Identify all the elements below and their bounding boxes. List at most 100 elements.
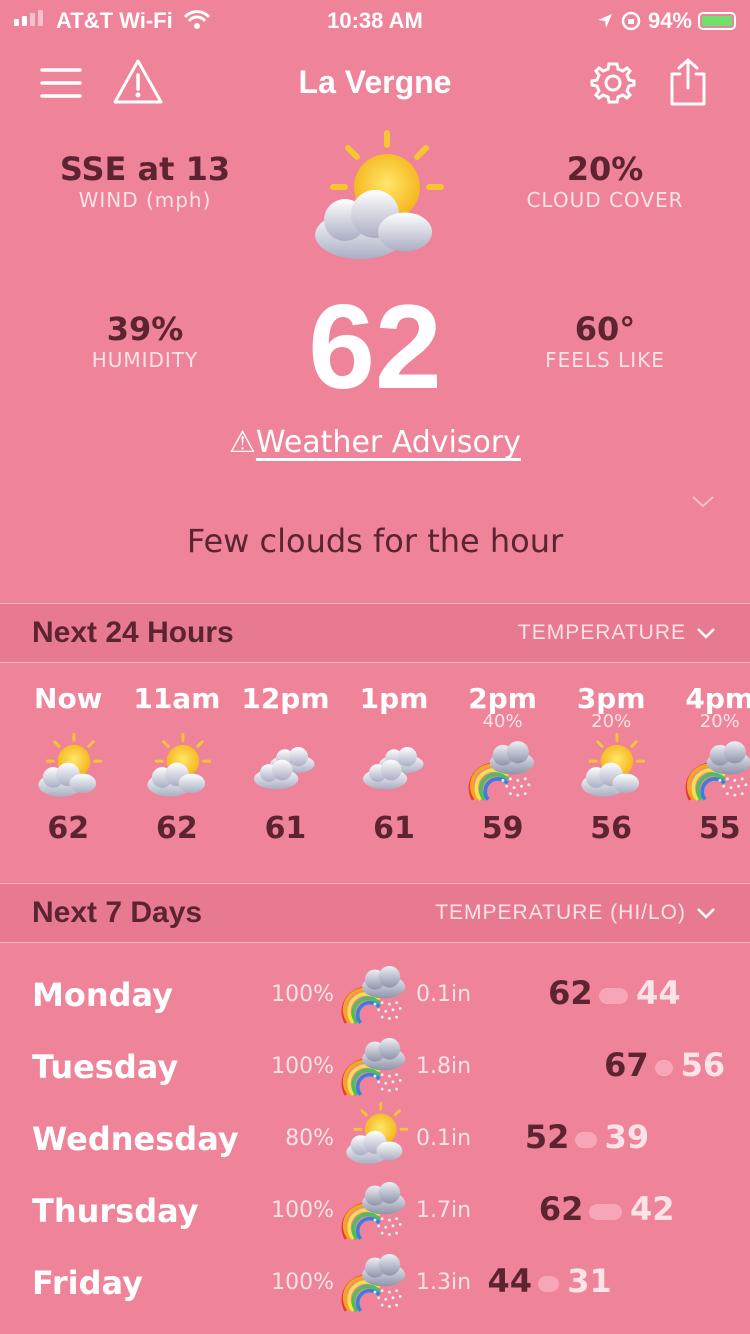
hour-precip-chance: [123, 715, 232, 735]
chevron-down-icon: [697, 908, 715, 919]
cloud-cover-stat: 20% CLOUD COVER: [500, 150, 710, 212]
day-low-temp: 56: [680, 1046, 726, 1084]
day-precip-chance: 100%: [271, 1054, 334, 1079]
day-low-temp: 44: [636, 974, 681, 1012]
hour-precip-chance: [14, 715, 123, 735]
daily-metric-selector[interactable]: TEMPERATURE (HI/LO): [435, 901, 716, 925]
day-low-temp: 39: [604, 1118, 650, 1156]
day-precip-amount: 1.7in: [416, 1198, 472, 1223]
day-precip-chance: 100%: [271, 1198, 334, 1223]
sun-cloud-icon: [31, 733, 105, 807]
humidity-label: HUMIDITY: [91, 348, 199, 372]
chevron-down-icon[interactable]: [690, 494, 716, 510]
gear-icon[interactable]: [588, 58, 638, 108]
rain-rainbow-icon: [466, 733, 540, 807]
status-bar: AT&T Wi-Fi 10:38 AM 94%: [0, 0, 750, 40]
hourly-section-header: Next 24 Hours TEMPERATURE: [0, 603, 750, 663]
day-name: Wednesday: [32, 1120, 239, 1158]
hour-temperature: 59: [481, 811, 524, 846]
daily-forecast-list: Monday 100% 0.1in 62 44 Tuesday 100% 1.8in 67 56 W…: [0, 958, 750, 1334]
day-name: Tuesday: [32, 1048, 179, 1086]
day-precip-amount: 0.1in: [416, 1126, 472, 1151]
hour-label: 1pm: [359, 682, 429, 715]
hourly-forecast-strip[interactable]: Now 62 11am 62 12pm 61 1pm 61 2pm 40% 59 3pm 20% 56 4p…: [14, 682, 750, 862]
hour-item[interactable]: Now 62: [14, 682, 123, 862]
wind-label: WIND (mph): [78, 188, 212, 212]
rain-rainbow-icon: [338, 1174, 412, 1246]
sun-cloud-icon: [574, 733, 648, 807]
hour-precip-chance: 40%: [482, 711, 523, 732]
hour-label: 11am: [133, 682, 221, 715]
hour-temperature: 61: [264, 811, 307, 846]
hour-label: 12pm: [241, 682, 330, 715]
battery-percent: 94%: [647, 8, 692, 33]
hour-precip-chance: [231, 715, 340, 735]
humidity-value: 39%: [106, 310, 184, 348]
advisory-text: Weather Advisory: [255, 425, 521, 460]
day-low-temp: 31: [567, 1262, 612, 1300]
hour-summary: Few clouds for the hour: [186, 522, 564, 560]
share-icon[interactable]: [664, 56, 714, 106]
partly-cloudy-icon: [300, 130, 450, 280]
daily-section-header: Next 7 Days TEMPERATURE (HI/LO): [0, 883, 750, 943]
day-precip-amount: 1.3in: [416, 1270, 472, 1295]
day-high-temp: 52: [524, 1118, 570, 1156]
humidity-stat: 39% HUMIDITY: [40, 310, 250, 372]
day-high-temp: 62: [548, 974, 593, 1012]
day-precip-chance: 80%: [285, 1126, 334, 1151]
wind-value: SSE at 13: [59, 150, 231, 188]
wind-stat: SSE at 13 WIND (mph): [40, 150, 250, 212]
hour-item[interactable]: 4pm 20% 55: [665, 682, 750, 862]
daily-metric-label: TEMPERATURE (HI/LO): [435, 901, 686, 924]
hour-item[interactable]: 12pm 61: [231, 682, 340, 862]
day-precip-chance: 100%: [271, 982, 334, 1007]
day-high-temp: 44: [487, 1262, 532, 1300]
day-precip-amount: 1.8in: [416, 1054, 472, 1079]
chevron-down-icon: [697, 628, 715, 639]
sun-cloud-icon: [140, 733, 214, 807]
hour-item[interactable]: 2pm 40% 59: [448, 682, 557, 862]
sun-cloud-icon: [338, 1102, 412, 1174]
day-precip-amount: 0.1in: [416, 982, 472, 1007]
rain-rainbow-icon: [338, 1030, 412, 1102]
hour-item[interactable]: 3pm 20% 56: [557, 682, 666, 862]
feels-like-value: 60°: [574, 310, 636, 348]
hour-temperature: 55: [698, 811, 741, 846]
cloud-cover-value: 20%: [566, 150, 644, 188]
hour-temperature: 61: [373, 811, 415, 846]
hour-item[interactable]: 11am 62: [123, 682, 232, 862]
hour-precip-chance: 20%: [591, 711, 632, 732]
hourly-title: Next 24 Hours: [32, 616, 234, 649]
day-temp-range-bar: [575, 1132, 597, 1148]
hour-item[interactable]: 1pm 61: [340, 682, 449, 862]
location-arrow-icon: [597, 14, 612, 28]
weather-advisory-link[interactable]: ⚠Weather Advisory: [0, 425, 750, 460]
clouds-icon: [248, 733, 322, 807]
hour-temperature: 56: [590, 811, 633, 846]
battery-icon: [698, 12, 736, 30]
hour-label: Now: [34, 682, 103, 715]
rain-rainbow-icon: [683, 733, 750, 807]
day-high-temp: 62: [538, 1190, 584, 1228]
daily-title: Next 7 Days: [32, 896, 203, 929]
day-temp-range-bar: [598, 988, 629, 1004]
day-row[interactable]: Friday 100% 1.3in 44 31: [0, 1246, 750, 1318]
hourly-metric-selector[interactable]: TEMPERATURE: [518, 621, 716, 645]
day-name: Thursday: [32, 1192, 199, 1230]
hour-precip-chance: 20%: [699, 711, 740, 732]
day-row[interactable]: Monday 100% 0.1in 62 44: [0, 958, 750, 1030]
day-row[interactable]: Thursday 100% 1.7in 62 42: [0, 1174, 750, 1246]
current-temperature: 62: [308, 280, 442, 414]
hour-temperature: 62: [155, 811, 198, 846]
feels-like-label: FEELS LIKE: [545, 348, 665, 372]
day-row[interactable]: Tuesday 100% 1.8in 67 56: [0, 1030, 750, 1102]
day-row[interactable]: Wednesday 80% 0.1in 52 39: [0, 1102, 750, 1174]
hour-temperature: 62: [47, 811, 90, 846]
rain-rainbow-icon: [338, 1246, 412, 1318]
battery-group: 94%: [596, 8, 736, 34]
day-precip-chance: 100%: [271, 1270, 334, 1295]
day-high-temp: 67: [604, 1046, 649, 1084]
clouds-icon: [357, 733, 431, 807]
rotation-lock-icon: [621, 11, 641, 31]
hourly-metric-label: TEMPERATURE: [517, 621, 686, 644]
